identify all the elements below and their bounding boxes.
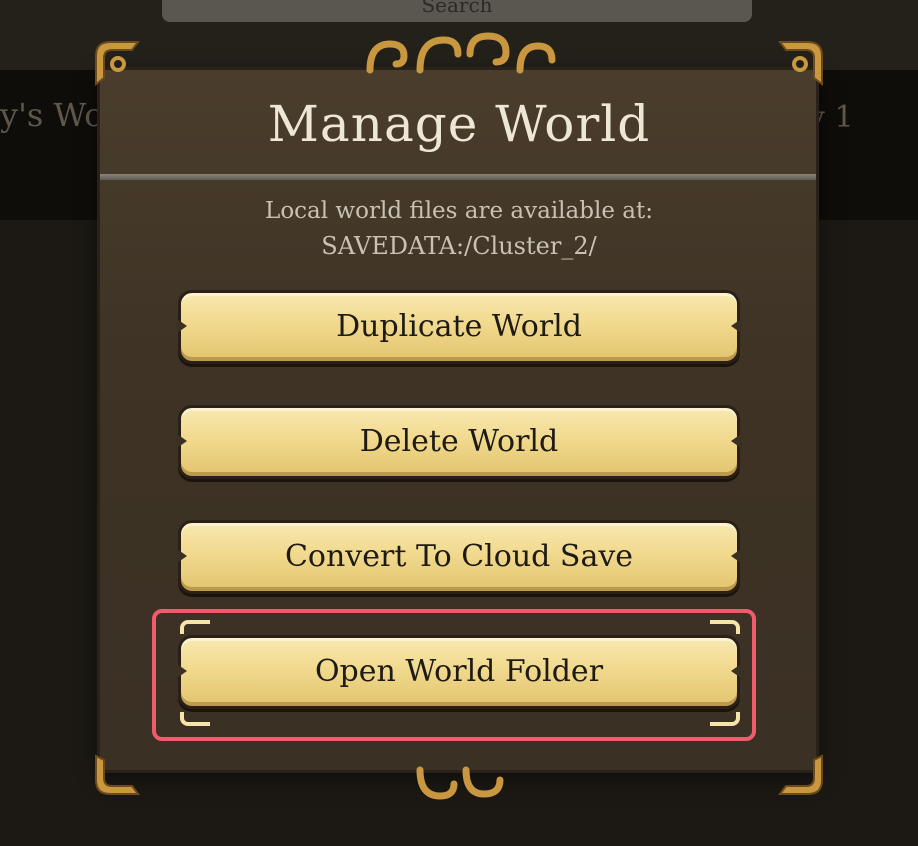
duplicate-world-button[interactable]: Duplicate World: [177, 290, 741, 364]
convert-to-cloud-save-button[interactable]: Convert To Cloud Save: [177, 520, 741, 594]
save-path-text: SAVEDATA:/Cluster_2/: [321, 232, 597, 260]
corner-ornament-icon: [95, 41, 140, 86]
dialog-title: Manage World: [267, 95, 651, 153]
corner-ornament-icon: [95, 754, 140, 795]
button-notch-left: [177, 319, 187, 333]
title-divider: [100, 174, 816, 180]
button-notch-left: [177, 434, 187, 448]
button-notch-right: [731, 549, 741, 563]
button-notch-right: [731, 434, 741, 448]
delete-world-label: Delete World: [359, 424, 559, 459]
search-button-background: Search: [162, 0, 752, 22]
convert-to-cloud-save-label: Convert To Cloud Save: [284, 539, 634, 574]
corner-ornament-icon: [778, 754, 823, 795]
button-notch-left: [177, 549, 187, 563]
duplicate-world-label: Duplicate World: [336, 309, 582, 344]
local-files-info-text: Local world files are available at:: [265, 198, 653, 224]
corner-ornament-icon: [778, 41, 823, 86]
bottom-center-ornament-icon: [416, 766, 504, 800]
top-center-ornament-icon: [366, 32, 556, 74]
delete-world-button[interactable]: Delete World: [177, 405, 741, 479]
button-notch-right: [731, 319, 741, 333]
selection-highlight: [152, 609, 756, 741]
